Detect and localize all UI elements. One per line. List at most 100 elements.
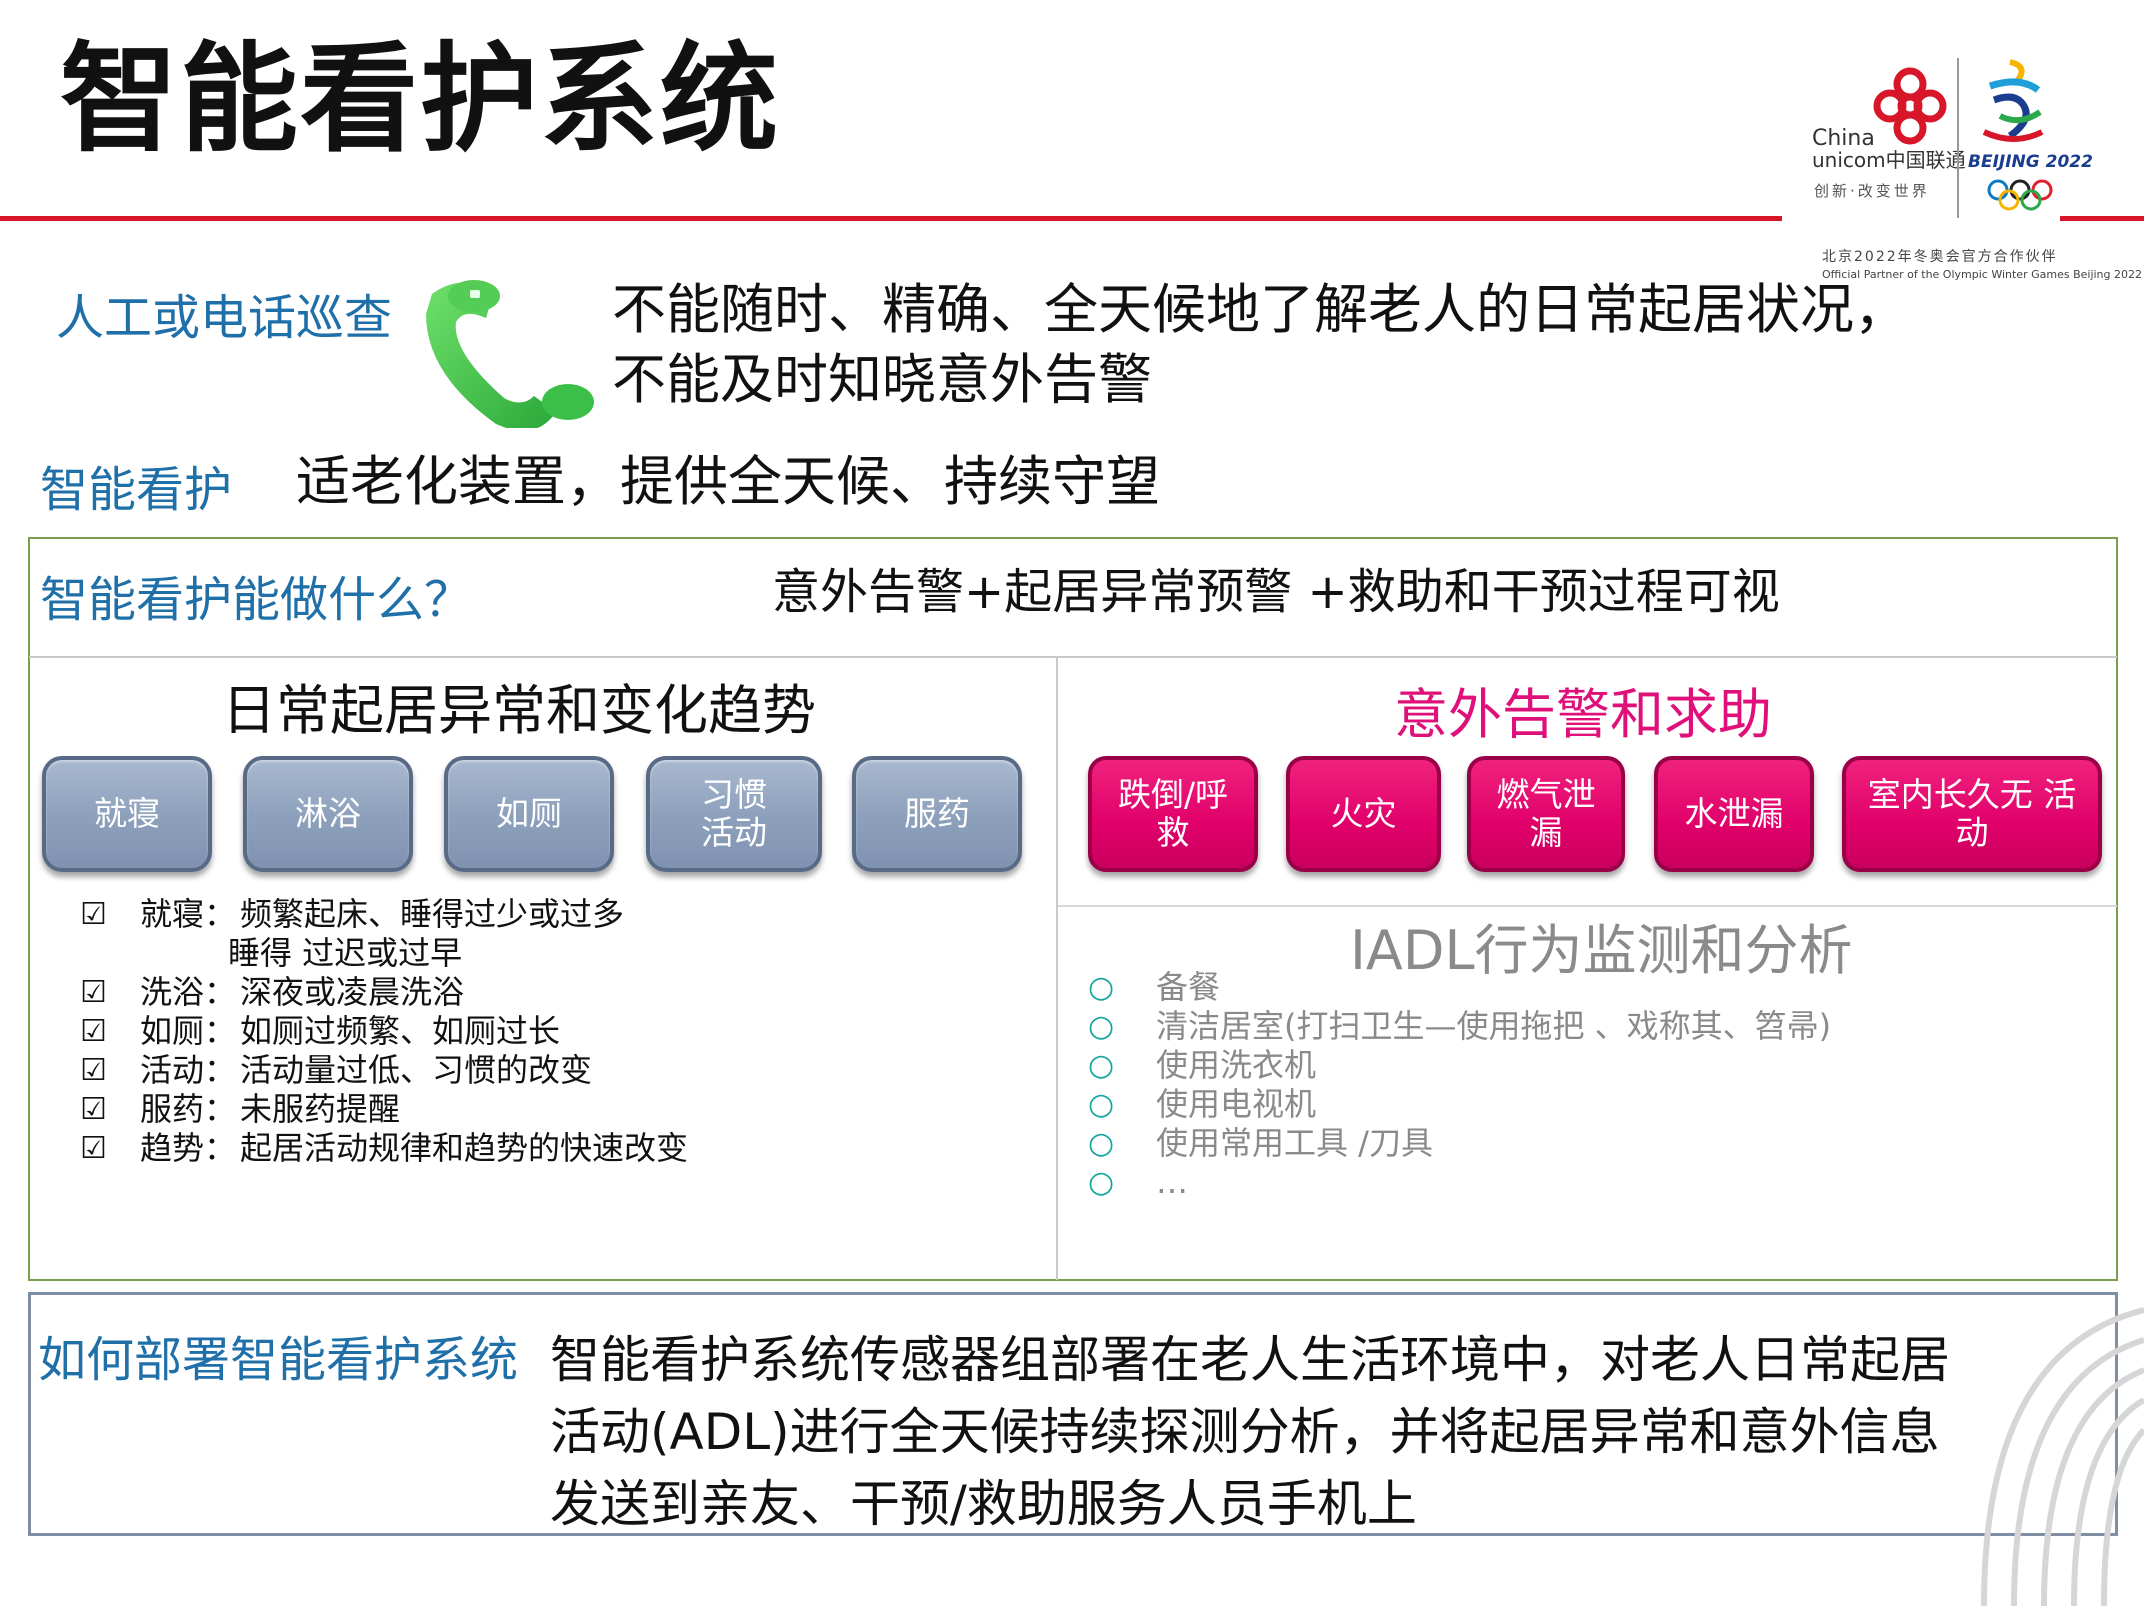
checklist-item: ☑ 服药： 未服药提醒 — [80, 1090, 688, 1129]
iadl-item-text: 使用洗衣机 — [1156, 1046, 1317, 1084]
checklist-label: 就寝： — [140, 895, 237, 933]
checkbox-icon: ☑ — [80, 1092, 107, 1127]
toilet-button[interactable]: 如厕 — [444, 756, 614, 872]
checklist-item: ☑ 洗浴： 深夜或凌晨洗浴 — [80, 973, 688, 1012]
manual-patrol-line-2: 不能及时知晓意外告警 — [612, 348, 1152, 411]
checklist-label: 洗浴： — [140, 973, 237, 1011]
olympic-rings-icon — [1987, 179, 2053, 211]
fall-sos-button[interactable]: 跌倒/呼 救 — [1088, 756, 1258, 872]
capability-divider — [29, 656, 2117, 658]
fall-sos-button-line-1: 跌倒/呼 — [1117, 775, 1229, 815]
partner-text-cn: 北京2022年冬奥会官方合作伙伴 — [1822, 249, 2058, 265]
capability-question: 智能看护能做什么？ — [40, 572, 473, 628]
water-leak-button[interactable]: 水泄漏 — [1654, 756, 1814, 872]
checklist-text: 未服药提醒 — [240, 1090, 401, 1128]
habit-activity-button[interactable]: 习惯 活动 — [646, 756, 822, 872]
sleep-button[interactable]: 就寝 — [42, 756, 212, 872]
list-item: ○ 使用常用工具 /刀具 — [1088, 1124, 1831, 1163]
inactivity-button-line-1: 室内长久无 活 — [1867, 775, 2077, 815]
emergency-heading: 意外告警和求助 — [1394, 683, 1772, 746]
shower-button-label: 淋浴 — [295, 794, 361, 834]
list-item: ○ 清洁居室(打扫卫生—使用拖把 、戏称其、笤帚) — [1088, 1007, 1831, 1046]
checklist-text: 频繁起床、睡得过少或过多 — [240, 895, 625, 933]
phone-handset-icon — [426, 280, 594, 428]
smart-care-label: 智能看护 — [40, 462, 233, 518]
checklist-item: 睡得 过迟或过早 — [80, 934, 688, 973]
checklist-item: ☑ 如厕： 如厕过频繁、如厕过长 — [80, 1012, 688, 1051]
checklist-label: 活动： — [140, 1051, 237, 1089]
manual-patrol-label: 人工或电话巡查 — [56, 290, 393, 346]
manual-patrol-line-1: 不能随时、精确、全天候地了解老人的日常起居状况， — [612, 278, 1908, 341]
checkbox-icon: ☑ — [80, 975, 107, 1010]
list-item: ○ 使用电视机 — [1088, 1085, 1831, 1124]
inactivity-button[interactable]: 室内长久无 活 动 — [1842, 756, 2102, 872]
beijing-2022-emblem-icon — [1982, 59, 2044, 142]
list-item: ○ 使用洗衣机 — [1088, 1046, 1831, 1085]
deploy-label: 如何部署智能看护系统 — [38, 1332, 519, 1388]
iadl-list: ○ 备餐 ○ 清洁居室(打扫卫生—使用拖把 、戏称其、笤帚) ○ 使用洗衣机 ○ 使用电… — [1088, 968, 1831, 1202]
circle-bullet-icon: ○ — [1088, 1048, 1115, 1083]
shower-button[interactable]: 淋浴 — [243, 756, 413, 872]
iadl-item-text: 使用电视机 — [1156, 1085, 1317, 1123]
checkbox-icon: ☑ — [80, 1131, 107, 1166]
gas-leak-button-line-2: 漏 — [1529, 813, 1563, 852]
inactivity-button-line-2: 动 — [1955, 813, 1989, 852]
checkbox-icon: ☑ — [80, 1053, 107, 1088]
habit-activity-button-line-1: 习惯 — [701, 775, 767, 815]
checklist-text: 起居活动规律和趋势的快速改变 — [240, 1129, 689, 1167]
list-item: ○… — [1088, 1163, 1831, 1202]
gas-leak-button-line-1: 燃气泄 — [1496, 775, 1596, 815]
logo-text-china: China — [1812, 126, 1875, 151]
gas-leak-button[interactable]: 燃气泄 漏 — [1467, 756, 1625, 872]
logo-slogan: 创新·改变世界 — [1814, 182, 1930, 200]
checklist-item: ☑ 就寝： 频繁起床、睡得过少或过多 — [80, 895, 688, 934]
anomaly-checklist: ☑ 就寝： 频繁起床、睡得过少或过多 睡得 过迟或过早 ☑ 洗浴： 深夜或凌晨洗… — [80, 895, 688, 1168]
logo-text-unicom: unicom中国联通 — [1812, 148, 1966, 172]
header-divider — [0, 216, 1782, 221]
fire-button[interactable]: 火灾 — [1286, 756, 1441, 872]
fall-sos-button-line-2: 救 — [1156, 813, 1190, 852]
checklist-label: 服药： — [140, 1090, 237, 1128]
decorative-arc-pattern — [1981, 1307, 2144, 1606]
checklist-label: 趋势： — [140, 1129, 237, 1167]
capability-answer: 意外告警+起居异常预警 +救助和干预过程可视 — [772, 564, 1780, 620]
checklist-label: 如厕： — [140, 1012, 237, 1050]
page-title: 智能看护系统 — [60, 30, 781, 168]
iadl-item-text: 使用常用工具 /刀具 — [1156, 1124, 1433, 1162]
beijing-2022-text: BEIJING 2022 — [1968, 152, 2093, 172]
checkbox-icon: ☑ — [80, 897, 107, 932]
fire-button-label: 火灾 — [1330, 794, 1397, 834]
smart-care-text: 适老化装置，提供全天候、持续守望 — [296, 450, 1160, 513]
list-item: ○ 备餐 — [1088, 968, 1831, 1007]
deploy-text-line-3: 发送到亲友、干预/救助服务人员手机上 — [550, 1475, 1417, 1533]
toilet-button-label: 如厕 — [496, 794, 562, 834]
checklist-label — [140, 934, 228, 973]
checkbox-icon — [80, 934, 140, 973]
circle-bullet-icon: ○ — [1088, 1126, 1115, 1161]
checklist-text: 活动量过低、习惯的改变 — [240, 1051, 593, 1089]
panel-divider — [1056, 657, 1058, 1280]
circle-bullet-icon: ○ — [1088, 1087, 1115, 1122]
medication-button[interactable]: 服药 — [852, 756, 1022, 872]
header-divider-right — [2060, 216, 2144, 221]
logo-divider — [1957, 58, 1959, 218]
checklist-text: 如厕过频繁、如厕过长 — [240, 1012, 561, 1050]
circle-bullet-icon: ○ — [1088, 970, 1115, 1005]
water-leak-button-label: 水泄漏 — [1684, 794, 1784, 834]
checklist-text: 深夜或凌晨洗浴 — [240, 973, 465, 1011]
deploy-text-line-2: 活动(ADL)进行全天候持续探测分析，并将起居异常和意外信息 — [550, 1403, 1940, 1461]
iadl-item-text: … — [1156, 1163, 1188, 1201]
deploy-text-line-1: 智能看护系统传感器组部署在老人生活环境中，对老人日常起居 — [550, 1331, 1950, 1389]
circle-bullet-icon: ○ — [1088, 1009, 1115, 1044]
checklist-item: ☑ 趋势： 起居活动规律和趋势的快速改变 — [80, 1129, 688, 1168]
sleep-button-label: 就寝 — [94, 794, 160, 834]
iadl-item-text: 备餐 — [1156, 968, 1221, 1006]
medication-button-label: 服药 — [904, 794, 970, 834]
daily-anomaly-heading: 日常起居异常和变化趋势 — [222, 679, 816, 742]
circle-bullet-icon: ○ — [1088, 1165, 1115, 1200]
checklist-text: 睡得 过迟或过早 — [228, 934, 463, 972]
checklist-item: ☑ 活动： 活动量过低、习惯的改变 — [80, 1051, 688, 1090]
checkbox-icon: ☑ — [80, 1014, 107, 1049]
china-unicom-knot-icon — [1873, 67, 1947, 145]
habit-activity-button-line-2: 活动 — [701, 813, 767, 852]
